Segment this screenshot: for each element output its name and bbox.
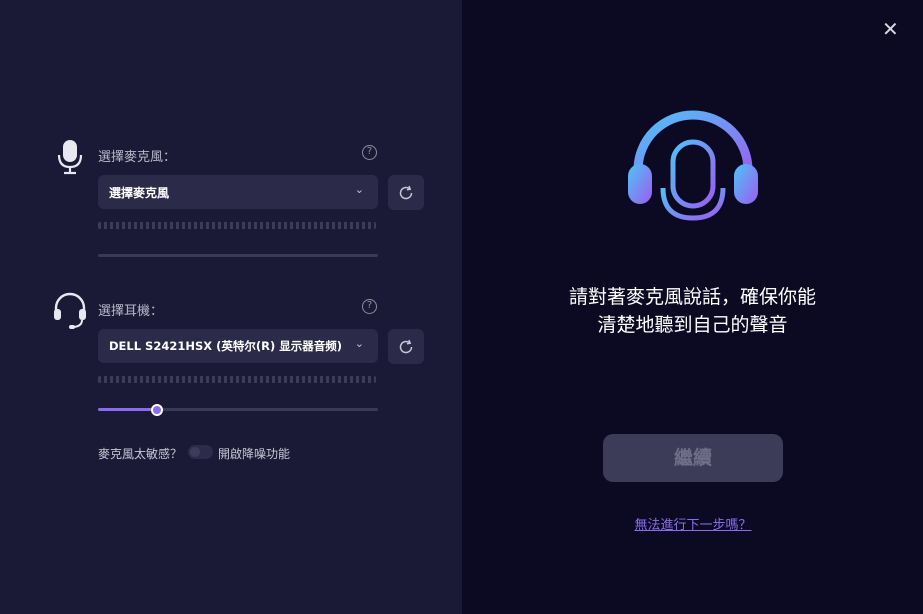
noise-reduction-toggle[interactable] bbox=[188, 445, 213, 459]
mic-label: 選擇麥克風： bbox=[98, 150, 177, 165]
instruction-line-2: 清楚地聽到自己的聲音 bbox=[597, 314, 788, 336]
noise-reduction-label: 開啟降噪功能 bbox=[218, 447, 291, 461]
toggle-knob bbox=[190, 447, 200, 457]
volume-slider-track[interactable] bbox=[98, 408, 378, 411]
headset-select-value: DELL S2421HSX (英特尔(R) 显示器音频) bbox=[109, 339, 343, 353]
mic-help-icon[interactable]: ? bbox=[362, 145, 377, 160]
volume-slider-thumb[interactable] bbox=[151, 404, 163, 416]
volume-slider-fill bbox=[98, 408, 157, 411]
instruction-line-1: 請對著麥克風說話，確保你能 bbox=[568, 286, 816, 308]
refresh-icon bbox=[399, 185, 413, 200]
refresh-icon bbox=[399, 339, 413, 354]
close-icon[interactable]: ✕ bbox=[882, 19, 899, 39]
mic-select-value: 選擇麥克風 bbox=[109, 186, 170, 200]
cant-proceed-link[interactable]: 無法進行下一步嗎？ bbox=[600, 514, 786, 533]
headset-icon bbox=[52, 292, 88, 334]
mic-level-track bbox=[98, 254, 378, 257]
headset-level-meter bbox=[98, 376, 376, 383]
headphones-microphone-icon bbox=[626, 108, 760, 242]
headset-select[interactable]: DELL S2421HSX (英特尔(R) 显示器音频) ⌄ bbox=[98, 329, 378, 363]
headset-label: 選擇耳機： bbox=[98, 304, 164, 319]
headset-refresh-button[interactable] bbox=[388, 329, 424, 364]
chevron-down-icon: ⌄ bbox=[354, 337, 364, 350]
mic-refresh-button[interactable] bbox=[388, 175, 424, 210]
mic-select[interactable]: 選擇麥克風 ⌄ bbox=[98, 175, 378, 209]
continue-button[interactable]: 繼續 bbox=[603, 434, 783, 482]
chevron-down-icon: ⌄ bbox=[354, 183, 364, 196]
microphone-icon bbox=[55, 139, 85, 179]
mic-level-meter bbox=[98, 222, 376, 229]
headset-help-icon[interactable]: ? bbox=[362, 299, 377, 314]
mic-sensitive-question: 麥克風太敏感？ bbox=[98, 447, 183, 461]
